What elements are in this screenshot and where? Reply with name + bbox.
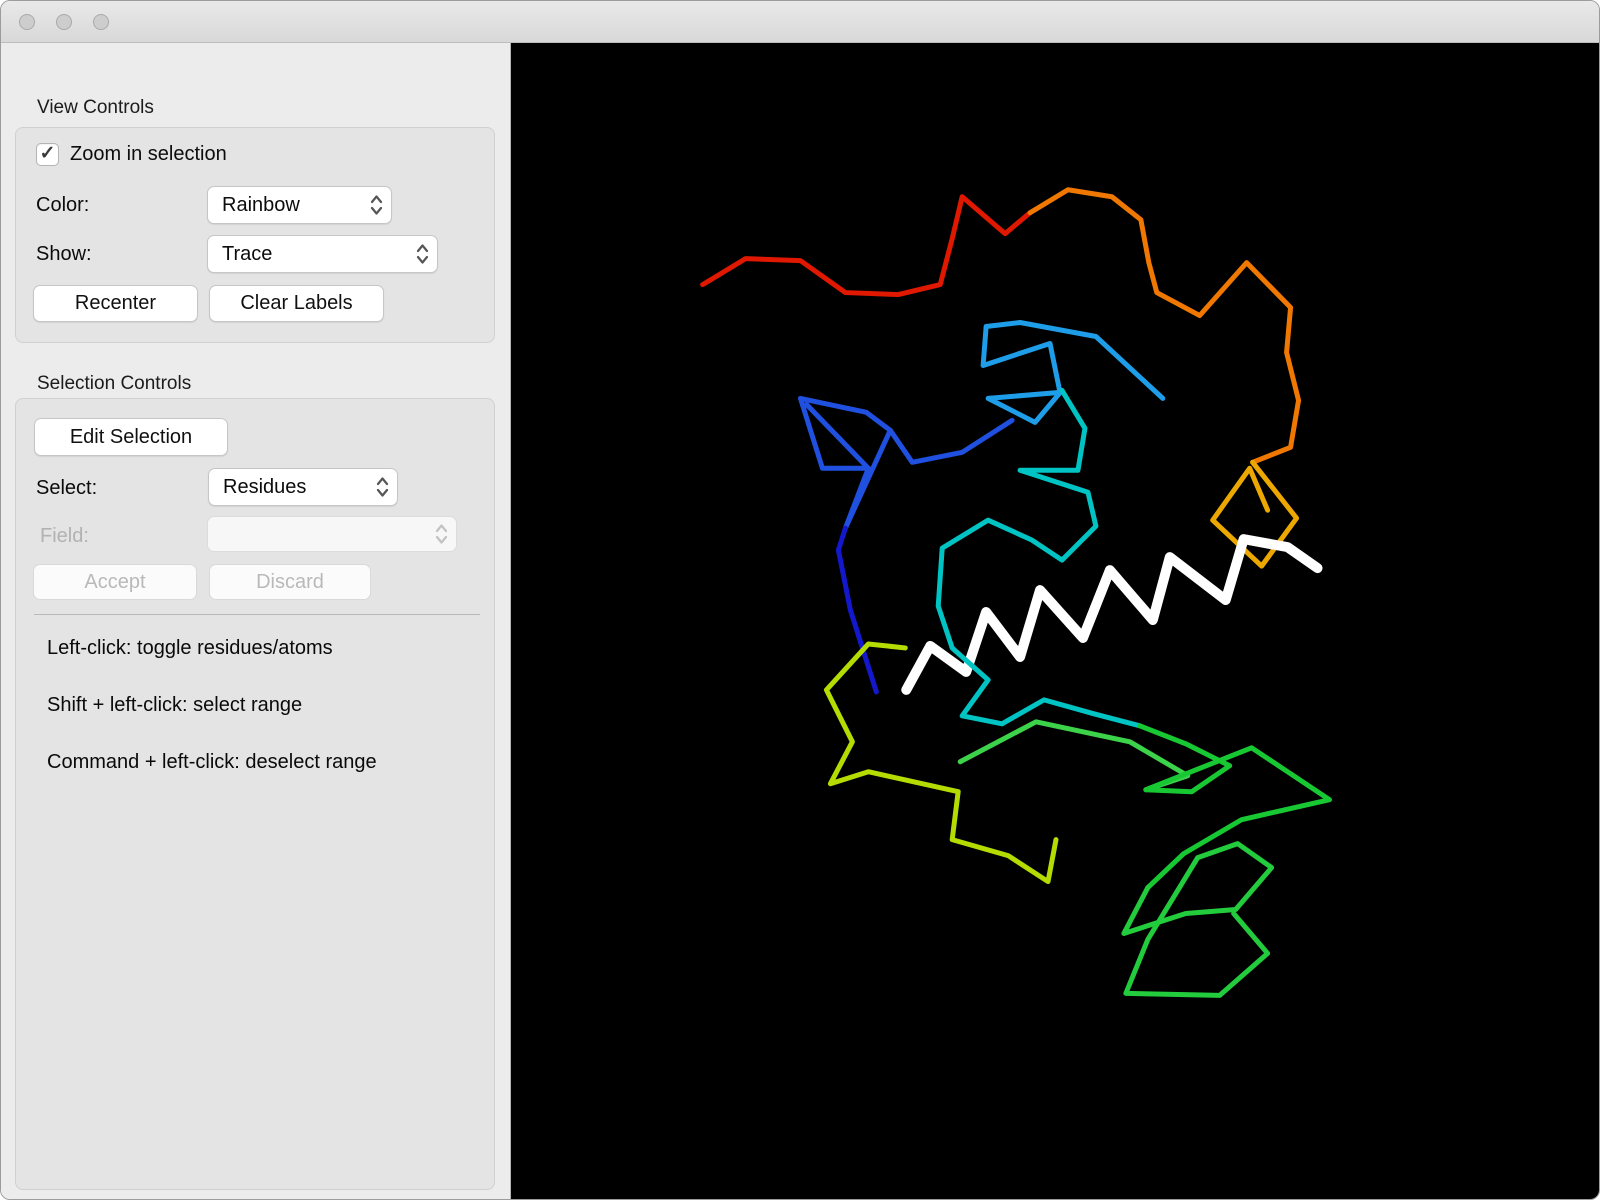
chevron-up-down-icon	[415, 241, 430, 267]
trace-segment-blue-2	[842, 427, 893, 531]
color-label: Color:	[36, 194, 90, 216]
divider	[34, 614, 480, 615]
selection-controls-group: Edit Selection Select: Residues Field: A…	[15, 398, 495, 1190]
trace-segment-blue	[797, 395, 1015, 471]
clear-labels-button[interactable]: Clear Labels	[209, 285, 384, 322]
trace-segment-green-2	[1121, 841, 1275, 998]
chevron-up-down-icon	[434, 521, 449, 547]
accept-button: Accept	[33, 564, 197, 600]
close-button[interactable]	[19, 14, 35, 30]
check-icon: ✓	[39, 143, 56, 164]
checkbox-label: Zoom in selection	[70, 143, 227, 165]
recenter-button[interactable]: Recenter	[33, 285, 198, 322]
discard-button: Discard	[209, 564, 371, 600]
trace-segment-orange	[1027, 187, 1302, 465]
help-text-shift-click: Shift + left-click: select range	[47, 694, 303, 716]
select-label: Select:	[36, 477, 98, 499]
edit-selection-button[interactable]: Edit Selection	[34, 418, 228, 456]
show-label: Show:	[36, 243, 92, 265]
field-label: Field:	[40, 525, 89, 547]
view-controls-heading: View Controls	[37, 97, 154, 118]
title-bar[interactable]	[1, 1, 1599, 43]
molecule-viewport[interactable]	[511, 43, 1599, 1199]
select-dropdown[interactable]: Residues	[208, 468, 398, 506]
zoom-in-selection-checkbox[interactable]: ✓ Zoom in selection	[36, 143, 227, 166]
help-text-command-click: Command + left-click: deselect range	[47, 751, 377, 773]
selection-controls-heading: Selection Controls	[37, 373, 192, 394]
show-dropdown[interactable]: Trace	[207, 235, 438, 273]
select-dropdown-value: Residues	[223, 475, 307, 498]
trace-segment-red	[700, 194, 1033, 298]
help-text-left-click: Left-click: toggle residues/atoms	[47, 637, 333, 659]
trace-segment-green-1	[1137, 723, 1332, 891]
chevron-up-down-icon	[375, 474, 390, 500]
color-dropdown[interactable]: Rainbow	[207, 186, 392, 224]
field-dropdown	[207, 516, 457, 552]
chevron-up-down-icon	[369, 192, 384, 218]
app-window: View Controls ✓ Zoom in selection Color:…	[0, 0, 1600, 1200]
view-controls-group: ✓ Zoom in selection Color: Rainbow Show:	[15, 127, 495, 343]
minimize-button[interactable]	[56, 14, 72, 30]
show-dropdown-value: Trace	[222, 242, 273, 265]
sidebar: View Controls ✓ Zoom in selection Color:…	[1, 43, 511, 1199]
zoom-window-button[interactable]	[93, 14, 109, 30]
molecule-trace[interactable]	[511, 43, 1599, 1199]
checkbox-box[interactable]: ✓	[36, 143, 59, 166]
window-controls	[19, 14, 109, 30]
color-dropdown-value: Rainbow	[222, 193, 300, 216]
trace-segment-yellow-green	[823, 641, 1059, 885]
